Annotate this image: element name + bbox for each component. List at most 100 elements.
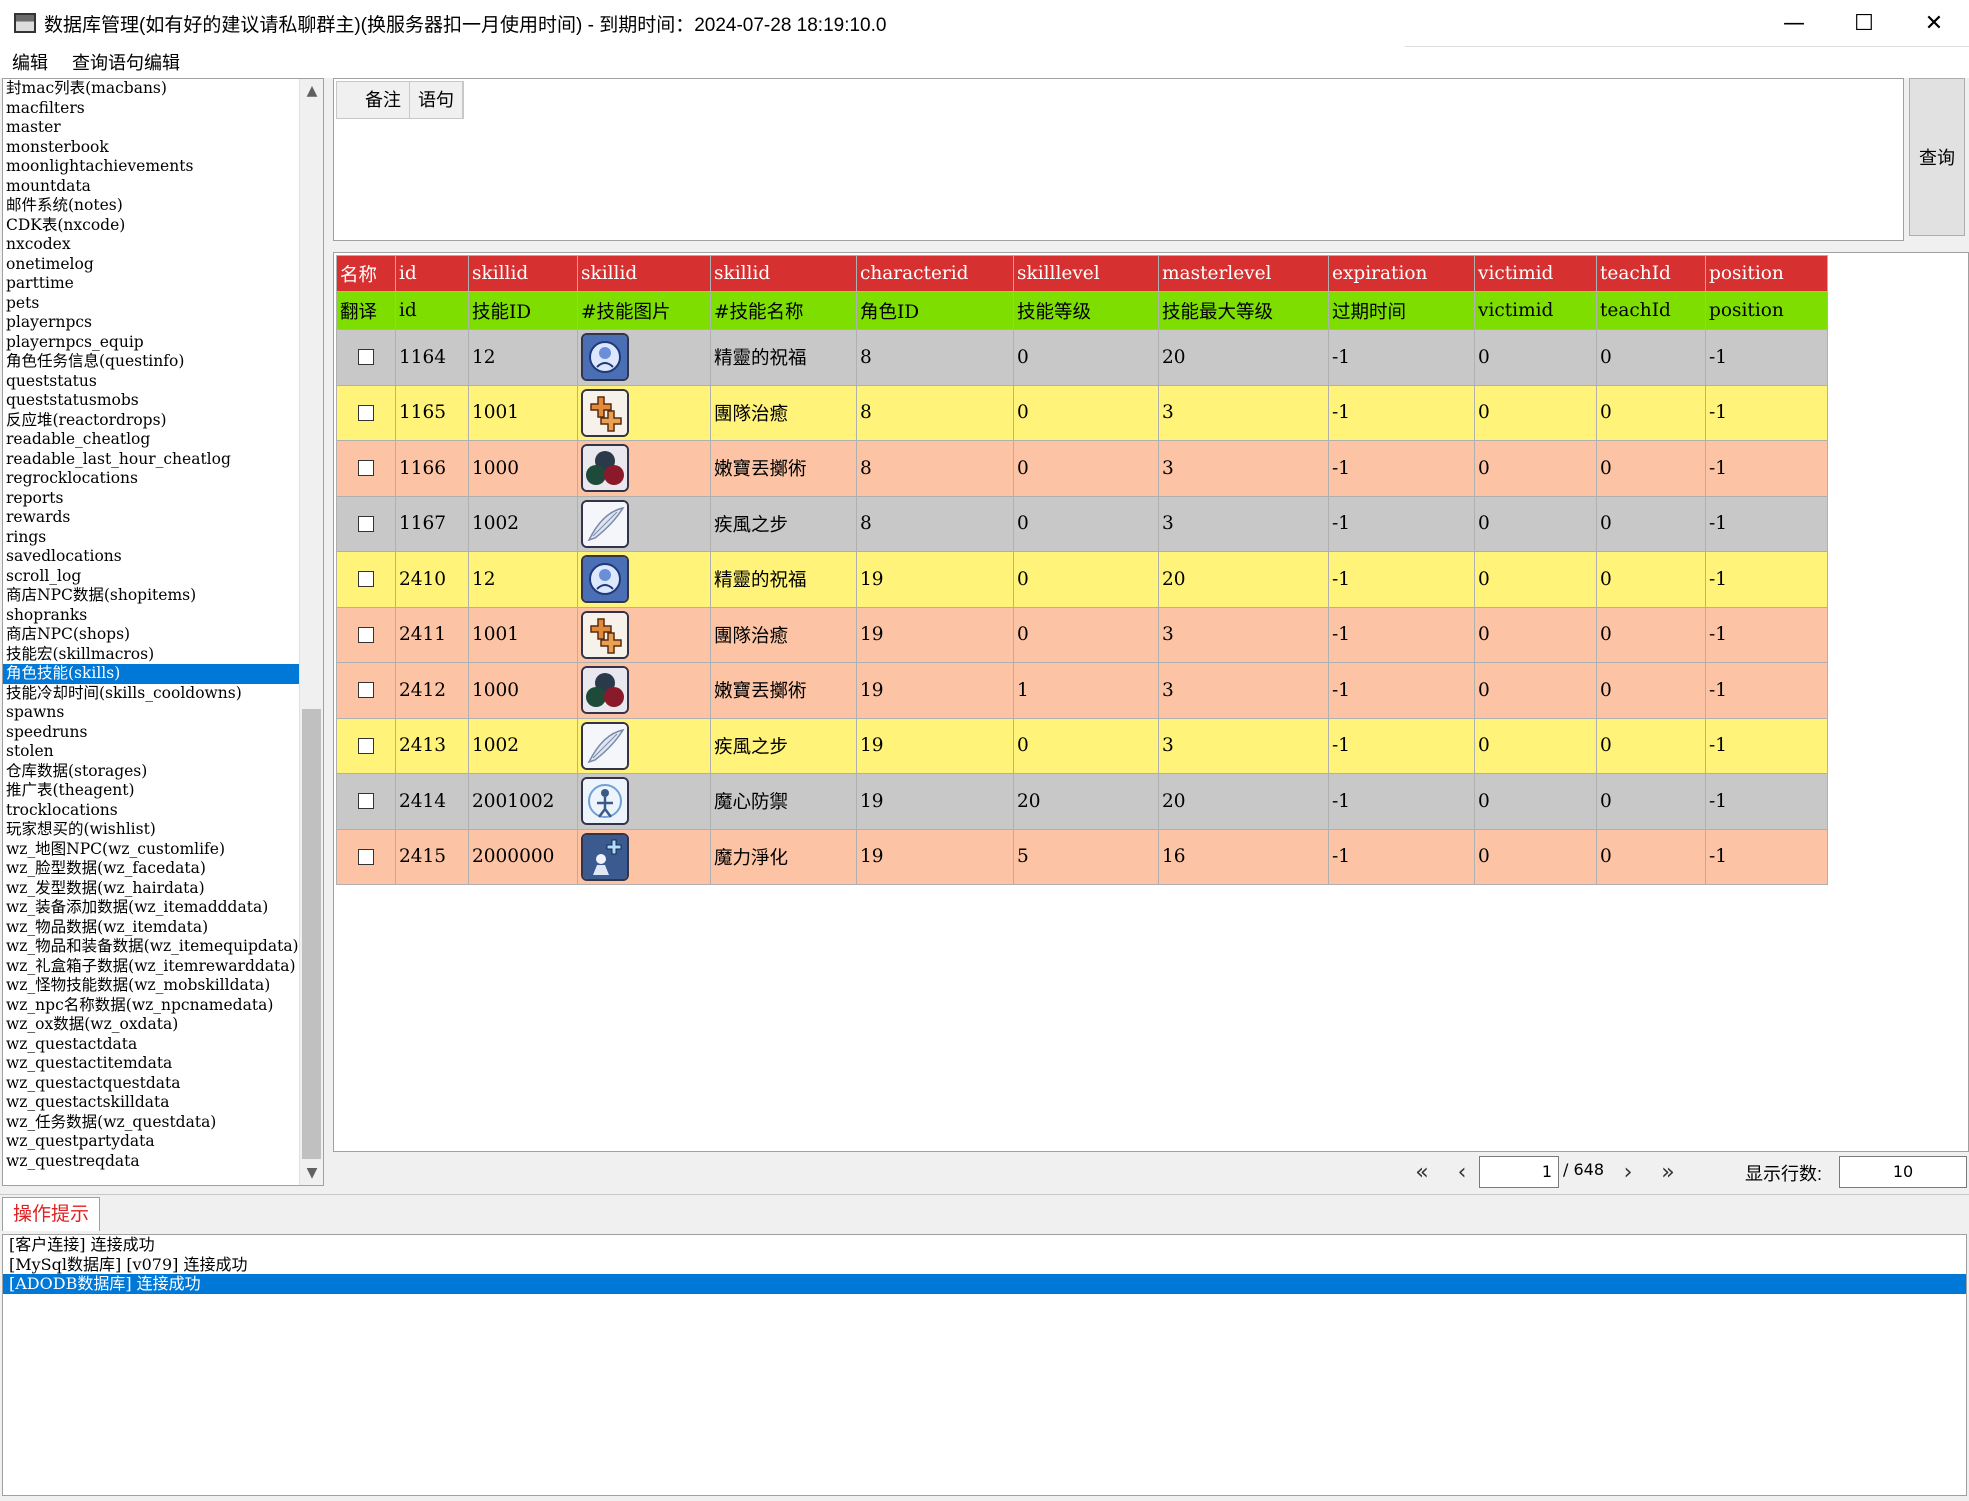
table-list-item[interactable]: wz_物品数据(wz_itemdata) [3,918,299,938]
column-header[interactable]: 技能最大等级 [1158,291,1329,330]
table-list-item[interactable]: readable_last_hour_cheatlog [3,450,299,470]
rows-per-page-input[interactable]: 10 [1839,1156,1967,1188]
table-list-item[interactable]: wz_questreqdata [3,1152,299,1172]
cell-id[interactable]: 1165 [395,384,469,441]
cell-expiration[interactable]: -1 [1328,440,1475,497]
table-row[interactable]: 1164 12 精靈的祝福 8 0 20 -1 0 0 -1 [336,329,1828,386]
column-header[interactable]: skillid [468,255,578,292]
table-list-item[interactable]: queststatus [3,372,299,392]
cell-characterid[interactable]: 19 [856,773,1014,830]
cell-position[interactable]: -1 [1705,662,1828,719]
table-list-scrollbar[interactable]: ▲ ▼ [299,79,323,1185]
cell-skillid[interactable]: 2001002 [468,773,578,830]
cell-expiration[interactable]: -1 [1328,828,1475,885]
cell-characterid[interactable]: 8 [856,384,1014,441]
table-list-item[interactable]: wz_装备添加数据(wz_itemadddata) [3,898,299,918]
cell-name[interactable]: 疾風之步 [710,495,857,552]
log-line[interactable]: [MySql数据库] [v079] 连接成功 [3,1255,1966,1275]
row-checkbox[interactable] [358,793,374,810]
column-header[interactable]: id [395,255,469,292]
column-header[interactable]: position [1705,255,1828,292]
cell-characterid[interactable]: 8 [856,329,1014,386]
cell-victimid[interactable]: 0 [1474,662,1597,719]
minimize-button[interactable]: — [1759,0,1829,46]
cell-skilllevel[interactable]: 0 [1013,384,1159,441]
cell-characterid[interactable]: 19 [856,717,1014,774]
cell-position[interactable]: -1 [1705,717,1828,774]
cell-id[interactable]: 1164 [395,329,469,386]
table-list-item[interactable]: macfilters [3,99,299,119]
table-list-item[interactable]: rewards [3,508,299,528]
row-checkbox[interactable] [358,515,374,532]
column-header[interactable]: masterlevel [1158,255,1329,292]
cell-victimid[interactable]: 0 [1474,717,1597,774]
table-list-item[interactable]: wz_任务数据(wz_questdata) [3,1113,299,1133]
cell-skilllevel[interactable]: 5 [1013,828,1159,885]
table-list-item[interactable]: scroll_log [3,567,299,587]
cell-skilllevel[interactable]: 0 [1013,329,1159,386]
cell-teachid[interactable]: 0 [1596,773,1706,830]
cell-expiration[interactable]: -1 [1328,717,1475,774]
page-number-input[interactable]: 1 [1479,1156,1559,1188]
log-line[interactable]: [客户连接] 连接成功 [3,1235,1966,1255]
table-row[interactable]: 2412 1000 嫩寶丟擲術 19 1 3 -1 0 0 -1 [336,662,1828,719]
table-list-item[interactable]: mountdata [3,177,299,197]
last-page-button[interactable]: » [1653,1158,1683,1186]
first-page-button[interactable]: « [1407,1158,1437,1186]
cell-teachid[interactable]: 0 [1596,717,1706,774]
table-list-item[interactable]: 角色任务信息(questinfo) [3,352,299,372]
column-header[interactable]: expiration [1328,255,1475,292]
table-list-item[interactable]: readable_cheatlog [3,430,299,450]
cell-position[interactable]: -1 [1705,606,1828,663]
column-header[interactable]: teachId [1596,255,1706,292]
table-list-item[interactable]: 商店NPC数据(shopitems) [3,586,299,606]
cell-skilllevel[interactable]: 0 [1013,606,1159,663]
cell-id[interactable]: 2413 [395,717,469,774]
table-list-item[interactable]: shopranks [3,606,299,626]
table-list-item[interactable]: playernpcs_equip [3,333,299,353]
scroll-up-icon[interactable]: ▲ [300,79,323,103]
cell-teachid[interactable]: 0 [1596,606,1706,663]
table-list-item[interactable]: reports [3,489,299,509]
cell-skillid[interactable]: 1001 [468,384,578,441]
table-list-item[interactable]: wz_地图NPC(wz_customlife) [3,840,299,860]
table-list-item[interactable]: CDK表(nxcode) [3,216,299,236]
table-list-item[interactable]: 玩家想买的(wishlist) [3,820,299,840]
column-header[interactable]: victimid [1474,255,1597,292]
cell-skilllevel[interactable]: 0 [1013,717,1159,774]
menu-edit[interactable]: 编辑 [0,49,60,75]
table-list-item[interactable]: 封mac列表(macbans) [3,79,299,99]
table-list-item[interactable]: pets [3,294,299,314]
cell-masterlevel[interactable]: 20 [1158,329,1329,386]
table-row[interactable]: 2411 1001 團隊治癒 19 0 3 -1 0 0 -1 [336,606,1828,663]
cell-expiration[interactable]: -1 [1328,606,1475,663]
cell-position[interactable]: -1 [1705,773,1828,830]
table-row[interactable]: 2413 1002 疾風之步 19 0 3 -1 0 0 -1 [336,717,1828,774]
maximize-button[interactable]: ☐ [1829,0,1899,46]
table-list-item[interactable]: 角色技能(skills) [3,664,299,684]
table-list-item[interactable]: 商店NPC(shops) [3,625,299,645]
table-list-item[interactable]: 仓库数据(storages) [3,762,299,782]
scroll-down-icon[interactable]: ▼ [300,1161,323,1185]
table-list-item[interactable]: nxcodex [3,235,299,255]
cell-name[interactable]: 團隊治癒 [710,384,857,441]
cell-position[interactable]: -1 [1705,440,1828,497]
cell-victimid[interactable]: 0 [1474,384,1597,441]
table-list-item[interactable]: wz_发型数据(wz_hairdata) [3,879,299,899]
cell-teachid[interactable]: 0 [1596,329,1706,386]
table-list-item[interactable]: stolen [3,742,299,762]
table-row[interactable]: 2415 2000000 魔力淨化 19 5 16 -1 0 0 -1 [336,828,1828,885]
column-header[interactable]: 翻译 [336,291,396,330]
tab-statement[interactable]: 语句 [410,82,463,118]
cell-teachid[interactable]: 0 [1596,551,1706,608]
cell-victimid[interactable]: 0 [1474,606,1597,663]
next-page-button[interactable]: › [1613,1158,1643,1186]
cell-masterlevel[interactable]: 20 [1158,551,1329,608]
column-header[interactable]: #技能图片 [577,291,711,330]
cell-position[interactable]: -1 [1705,495,1828,552]
row-checkbox[interactable] [358,682,374,699]
scrollbar-thumb[interactable] [302,709,321,1159]
column-header[interactable]: 技能等级 [1013,291,1159,330]
column-header[interactable]: teachId [1596,291,1706,330]
menu-query-statement-edit[interactable]: 查询语句编辑 [60,49,192,75]
